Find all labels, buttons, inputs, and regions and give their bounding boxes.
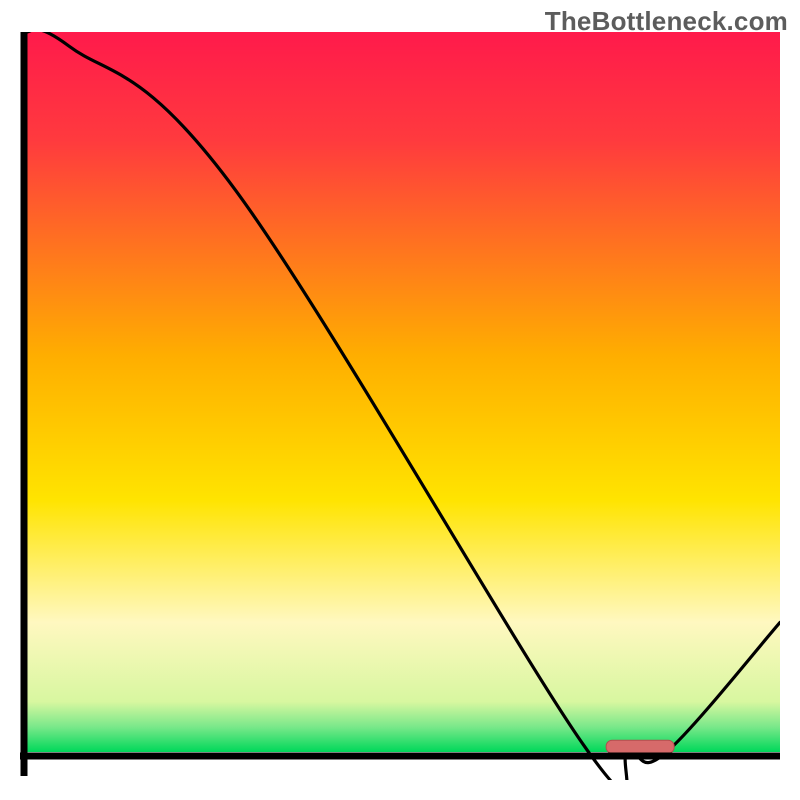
chart-frame: TheBottleneck.com (0, 0, 800, 800)
chart-svg (20, 32, 780, 780)
chart-plot-area (20, 32, 780, 780)
gradient-background (24, 32, 780, 752)
optimal-marker (606, 740, 674, 753)
